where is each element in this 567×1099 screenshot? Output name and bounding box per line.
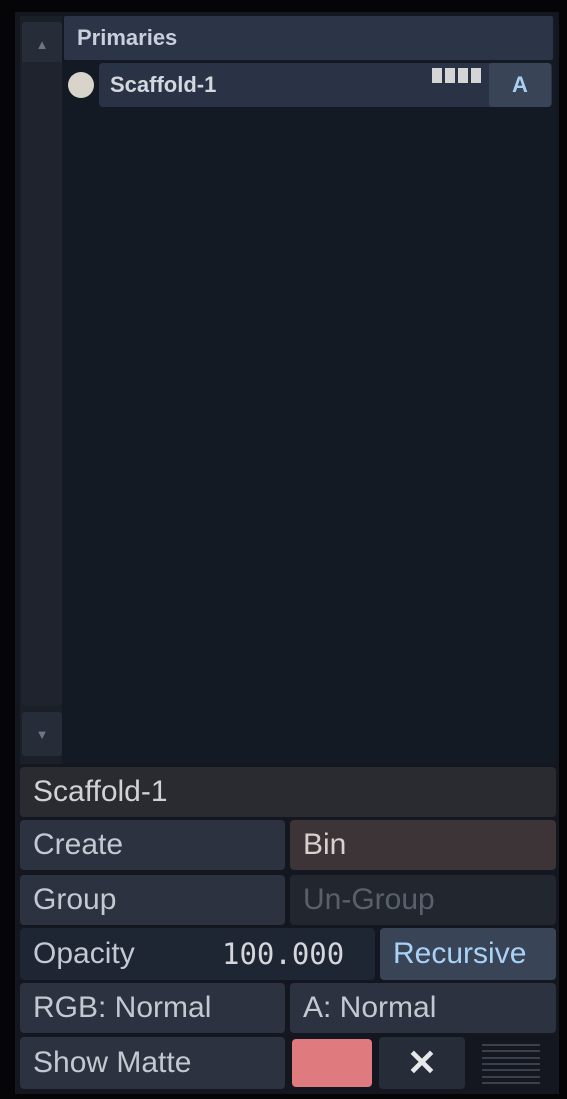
group-header-label: Primaries — [77, 25, 178, 50]
group-header[interactable]: Primaries — [64, 16, 553, 60]
scroll-down-button[interactable]: ▼ — [22, 712, 62, 756]
bin-button[interactable]: Bin — [290, 820, 556, 870]
close-button[interactable]: ✕ — [379, 1037, 465, 1089]
alpha-blend-mode[interactable]: A: Normal — [290, 983, 556, 1033]
create-button[interactable]: Create — [20, 820, 285, 870]
show-matte-button[interactable]: Show Matte — [20, 1037, 285, 1089]
ungroup-button[interactable]: Un-Group — [290, 875, 556, 925]
rgb-blend-mode[interactable]: RGB: Normal — [20, 983, 285, 1033]
layer-list — [20, 16, 556, 764]
layer-name-field[interactable]: Scaffold-1 — [20, 767, 556, 817]
opacity-label: Opacity — [33, 937, 135, 970]
layer-name: Scaffold-1 — [110, 72, 217, 97]
triangle-down-icon: ▼ — [35, 726, 49, 742]
visibility-toggle[interactable] — [68, 72, 94, 98]
scroll-up-button[interactable]: ▲ — [22, 22, 62, 66]
group-button[interactable]: Group — [20, 875, 285, 925]
recursive-button[interactable]: Recursive — [380, 928, 556, 980]
scroll-thumb[interactable] — [22, 62, 62, 706]
matte-color-swatch[interactable] — [292, 1039, 372, 1087]
triangle-up-icon: ▲ — [35, 36, 49, 52]
layer-bars-icon — [432, 68, 481, 83]
close-icon: ✕ — [406, 1042, 438, 1083]
channel-a-button[interactable]: A — [489, 63, 551, 107]
hamburger-icon[interactable] — [482, 1044, 540, 1084]
opacity-value[interactable]: 100.000 — [222, 928, 344, 980]
